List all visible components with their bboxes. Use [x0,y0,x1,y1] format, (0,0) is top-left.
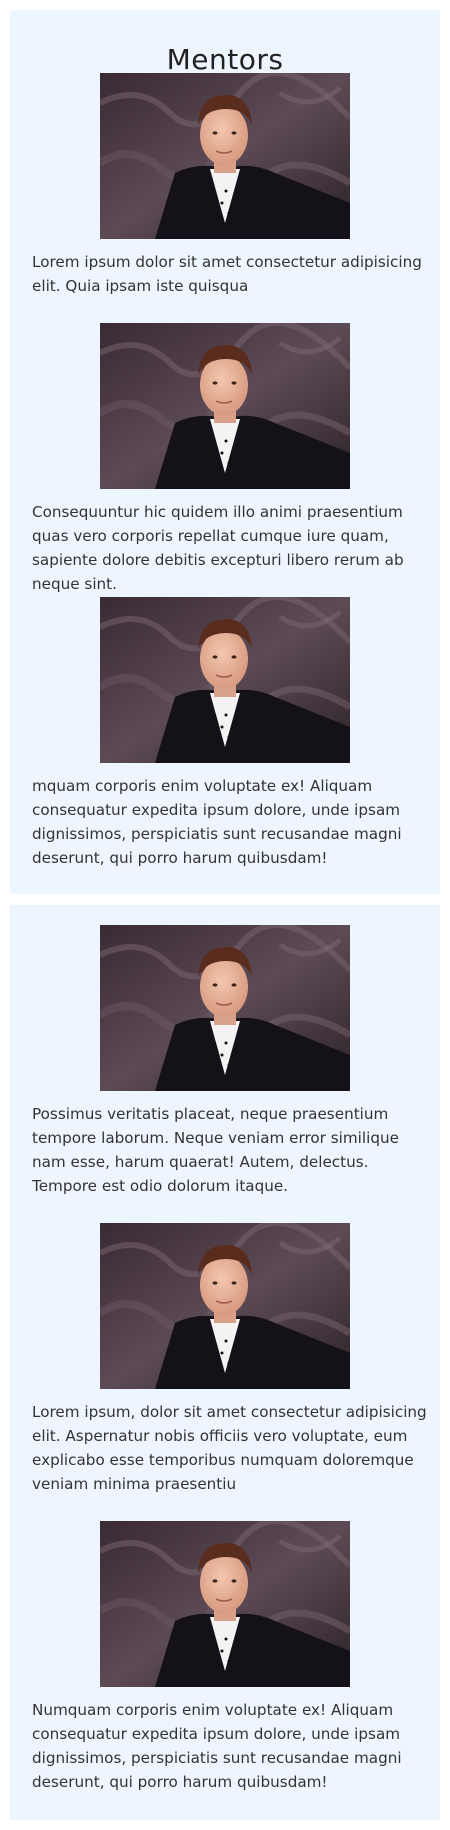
mentor-description: Numquam corporis enim voluptate ex! Aliq… [32,1701,402,1791]
mentor-photo [100,73,350,239]
mentor-photo [100,323,350,489]
page-title: Mentors [166,42,284,76]
mentors-card-bottom: Possimus veritatis placeat, neque praese… [10,905,440,1820]
mentor-photo [100,597,350,763]
mentor-description: Possimus veritatis placeat, neque praese… [32,1105,399,1195]
mentor-description: Lorem ipsum, dolor sit amet consectetur … [32,1403,427,1493]
mentor-photo [100,1521,350,1687]
mentor-description: Consequuntur hic quidem illo animi praes… [32,503,404,593]
mentor-photo [100,1223,350,1389]
mentor-photo [100,925,350,1091]
mentors-card-top: Mentors Lorem ipsum dolor sit amet conse… [10,10,440,894]
mentor-description: mquam corporis enim voluptate ex! Aliqua… [32,777,402,867]
mentor-description: Lorem ipsum dolor sit amet consectetur a… [32,253,422,295]
